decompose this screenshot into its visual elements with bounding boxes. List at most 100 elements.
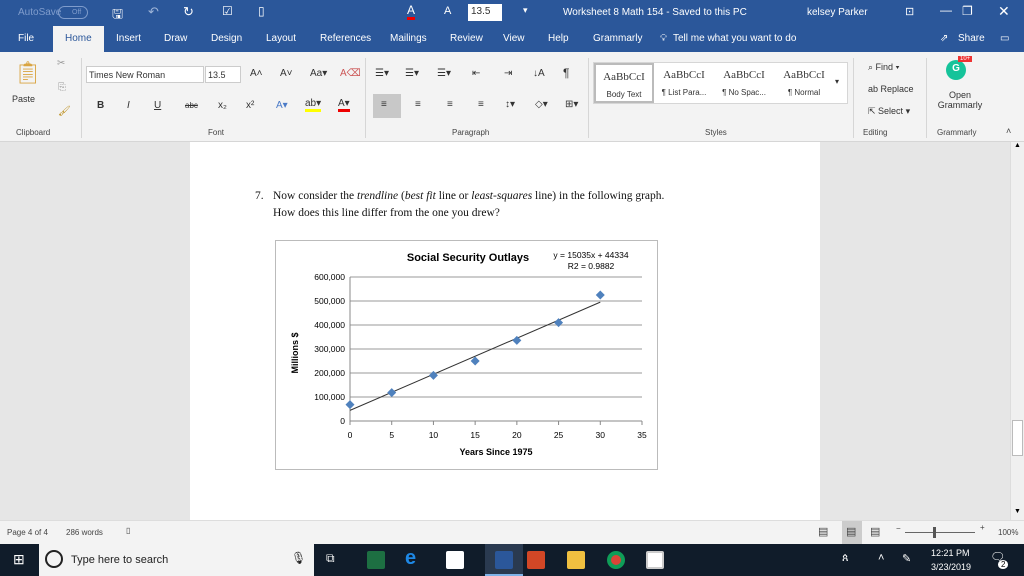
copy-icon[interactable]: ⎘ xyxy=(58,82,66,93)
text-effects-icon[interactable]: A▾ xyxy=(276,100,288,111)
italic-button[interactable]: I xyxy=(127,100,130,111)
underline-button[interactable]: U xyxy=(154,100,161,111)
word-taskbar-button[interactable] xyxy=(485,544,523,576)
taskbar-search[interactable]: Type here to search 🎙︎ xyxy=(39,544,314,576)
customize-qat-icon[interactable]: ▾ xyxy=(523,5,528,16)
clock-time[interactable]: 12:21 PM xyxy=(931,548,970,558)
scrollbar-thumb[interactable] xyxy=(1012,420,1023,456)
find-button[interactable]: ⌕ Find ▾ xyxy=(868,62,899,73)
photos-icon[interactable] xyxy=(646,551,664,569)
align-center-icon[interactable]: ≡ xyxy=(415,99,421,110)
chart[interactable]: Social Security Outlays y = 15035x + 443… xyxy=(275,240,658,470)
increase-indent-icon[interactable]: ⇥ xyxy=(504,68,512,79)
tab-grammarly[interactable]: Grammarly xyxy=(593,33,642,44)
clock-date[interactable]: 3/23/2019 xyxy=(931,562,971,572)
font-size-qat[interactable]: 13.5 xyxy=(468,4,502,21)
proofing-icon[interactable]: ▯ xyxy=(126,526,130,535)
highlight-icon[interactable]: ab▾ xyxy=(305,98,322,112)
vertical-scrollbar[interactable]: ▲ ▼ xyxy=(1010,142,1024,520)
font-size-select[interactable]: 13.5 xyxy=(205,66,241,83)
tab-view[interactable]: View xyxy=(503,33,525,44)
styles-more-icon[interactable]: ▾ xyxy=(835,77,839,86)
edit-icon[interactable]: ☑ xyxy=(222,4,233,18)
tell-me-search[interactable]: Tell me what you want to do xyxy=(673,33,796,44)
tab-home[interactable]: Home xyxy=(53,26,104,52)
share-icon[interactable]: ⇗ xyxy=(940,33,948,44)
tab-references[interactable]: References xyxy=(320,33,371,44)
pen-icon[interactable]: ✎ xyxy=(902,552,911,565)
format-painter-icon[interactable]: 🖌︎ xyxy=(58,106,71,117)
cut-icon[interactable]: ✂ xyxy=(57,58,65,69)
read-mode-icon[interactable]: ▤ xyxy=(818,525,828,538)
tab-help[interactable]: Help xyxy=(548,33,569,44)
style-normal[interactable]: AaBbCcI ¶ Normal xyxy=(774,63,834,103)
pilcrow-icon[interactable]: ¶ xyxy=(563,66,569,80)
redo-icon[interactable]: ↻ xyxy=(183,4,194,20)
scroll-up-icon[interactable]: ▲ xyxy=(1014,142,1021,149)
tab-design[interactable]: Design xyxy=(211,33,242,44)
open-grammarly-button[interactable]: Open Grammarly xyxy=(932,90,988,110)
grammarly-icon[interactable]: G xyxy=(946,60,966,80)
new-doc-icon[interactable]: ▯ xyxy=(258,4,265,18)
tab-file[interactable]: File xyxy=(18,33,34,44)
align-right-icon[interactable]: ≡ xyxy=(447,99,453,110)
sort-icon[interactable]: ↓A xyxy=(533,68,545,79)
clear-format-icon[interactable]: A⌫ xyxy=(340,68,361,79)
zoom-out-icon[interactable]: − xyxy=(896,524,901,533)
tab-insert[interactable]: Insert xyxy=(116,33,141,44)
edge-icon[interactable]: e xyxy=(405,547,416,570)
scroll-down-icon[interactable]: ▼ xyxy=(1014,508,1021,515)
save-icon[interactable]: 🖫 xyxy=(112,5,123,27)
file-explorer-icon[interactable] xyxy=(567,551,585,569)
tab-layout[interactable]: Layout xyxy=(266,33,296,44)
word-count[interactable]: 286 words xyxy=(66,528,103,537)
page-count[interactable]: Page 4 of 4 xyxy=(7,528,48,537)
tab-draw[interactable]: Draw xyxy=(164,33,187,44)
subscript-icon[interactable]: x₂ xyxy=(218,100,227,111)
style-no-spacing[interactable]: AaBbCcI ¶ No Spac... xyxy=(714,63,774,103)
zoom-in-icon[interactable]: + xyxy=(980,523,985,532)
undo-icon[interactable]: ↶ xyxy=(148,4,159,20)
store-icon[interactable] xyxy=(446,551,464,569)
zoom-slider-thumb[interactable] xyxy=(933,527,936,538)
style-body-text[interactable]: AaBbCcI Body Text xyxy=(594,63,654,103)
share-button[interactable]: Share xyxy=(958,33,985,44)
web-layout-icon[interactable]: ▤ xyxy=(870,525,880,538)
task-view-icon[interactable]: ⧉ xyxy=(326,551,335,566)
comments-icon[interactable]: ▭ xyxy=(1000,33,1009,44)
close-icon[interactable]: ✕ xyxy=(998,3,1010,20)
numbering-icon[interactable]: ☰▾ xyxy=(405,68,419,79)
replace-button[interactable]: ab Replace xyxy=(868,84,914,94)
ribbon-display-icon[interactable]: ⊡ xyxy=(905,5,914,18)
show-hidden-icons[interactable]: ˄ xyxy=(878,552,884,564)
superscript-icon[interactable]: x² xyxy=(246,100,254,111)
tab-review[interactable]: Review xyxy=(450,33,483,44)
style-list-paragraph[interactable]: AaBbCcI ¶ List Para... xyxy=(654,63,714,103)
justify-icon[interactable]: ≡ xyxy=(478,99,484,110)
tab-mailings[interactable]: Mailings xyxy=(390,33,427,44)
powerpoint-icon[interactable] xyxy=(527,551,545,569)
excel-icon[interactable] xyxy=(367,551,385,569)
paste-button[interactable]: Paste xyxy=(12,94,35,104)
zoom-slider[interactable] xyxy=(905,532,975,533)
line-spacing-icon[interactable]: ↕▾ xyxy=(505,99,515,110)
decrease-indent-icon[interactable]: ⇤ xyxy=(472,68,480,79)
font-name-select[interactable]: Times New Roman xyxy=(86,66,204,83)
select-button[interactable]: ⇱ Select ▾ xyxy=(868,106,910,117)
people-icon[interactable]: ጰ xyxy=(842,552,849,565)
change-case-icon[interactable]: Aa▾ xyxy=(310,68,327,79)
autosave-toggle[interactable]: Off xyxy=(58,6,88,19)
bold-button[interactable]: B xyxy=(97,100,104,111)
chrome-icon[interactable] xyxy=(607,551,625,569)
grow-font-icon[interactable]: A˄ xyxy=(250,68,263,79)
print-layout-icon[interactable]: ▤ xyxy=(842,521,862,544)
shading-icon[interactable]: ◇▾ xyxy=(535,99,548,110)
paste-icon[interactable]: 📋︎ xyxy=(14,60,42,86)
font-icon[interactable]: A xyxy=(444,5,451,17)
strikethrough-icon[interactable]: abc xyxy=(185,101,198,110)
user-name[interactable]: kelsey Parker xyxy=(807,7,868,18)
font-color-icon[interactable]: A xyxy=(407,3,416,20)
borders-icon[interactable]: ⊞▾ xyxy=(565,99,578,110)
restore-icon[interactable]: ❐ xyxy=(962,4,973,18)
shrink-font-icon[interactable]: A˅ xyxy=(280,68,293,79)
